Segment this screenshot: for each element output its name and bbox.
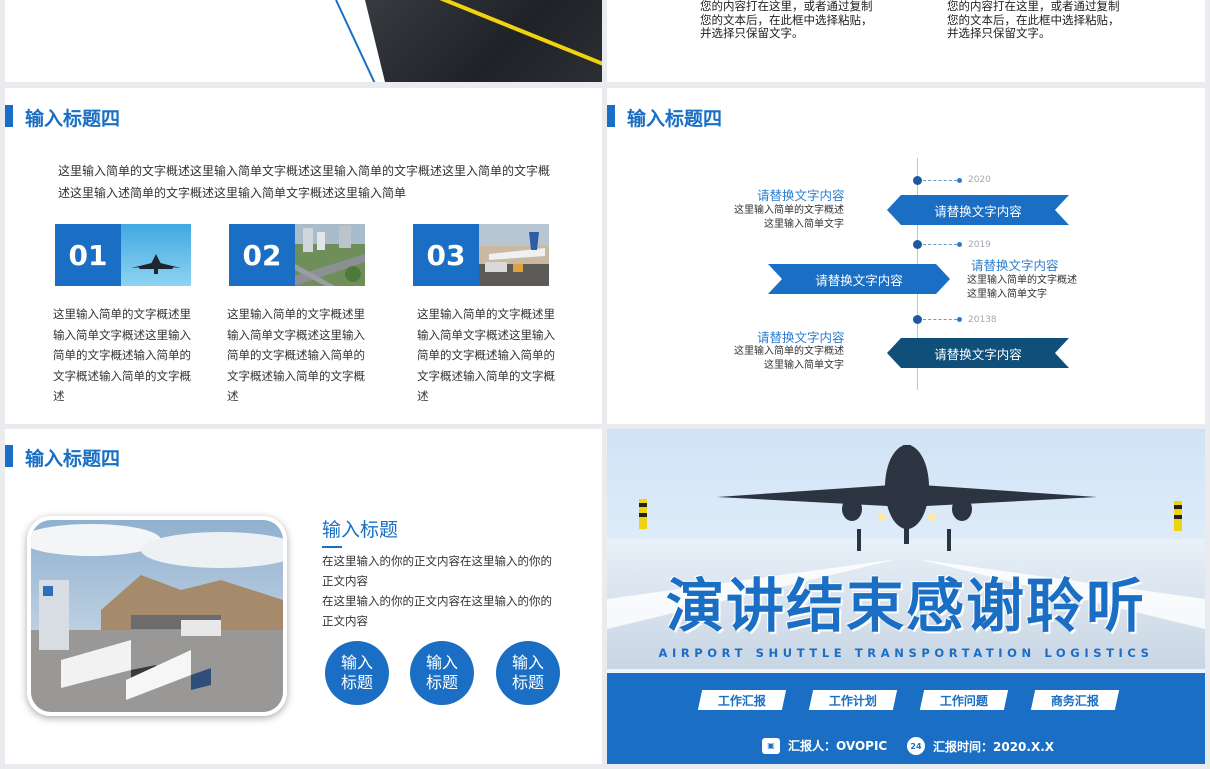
title-accent-bar — [5, 445, 13, 467]
tag-label: 工作问题 — [939, 693, 988, 708]
card-02: 02 — [229, 224, 365, 286]
slide-top-left — [5, 0, 602, 82]
airport-apron-image — [479, 224, 549, 286]
paragraph-left: 您的内容打在这里，或者通过复制 您的文本后，在此框中选择粘贴， 并选择只保留文字… — [700, 0, 873, 40]
circle-button-2[interactable]: 输入 标题 — [410, 641, 474, 705]
timeline-ribbon: 请替换文字内容 — [768, 264, 950, 294]
timeline-dash — [923, 180, 957, 181]
timeline-marker — [957, 242, 962, 247]
timeline-subtext: 这里输入简单的文字概述 这里输入简单文字 — [967, 275, 1077, 300]
paragraph-right: 您的内容打在这里，或者通过复制 您的文本后，在此框中选择粘贴， 并选择只保留文字… — [947, 0, 1120, 40]
slide-timeline: 输入标题四 2020 请替换文字内容 这里输入简单的文字概述 这里输入简单文字 … — [607, 88, 1205, 424]
card-number: 02 — [229, 224, 295, 286]
timeline-subtext: 这里输入简单的文字概述 这里输入简单文字 — [734, 346, 844, 371]
clock-24-icon: 24 — [907, 737, 925, 755]
reporter-info: ▣ 汇报人：OVOPIC — [762, 737, 887, 754]
timeline-year: 20138 — [968, 315, 997, 325]
circle-button-3[interactable]: 输入 标题 — [496, 641, 560, 705]
closing-subtitle-en: AIRPORT SHUTTLE TRANSPORTATION LOGISTICS — [658, 646, 1154, 660]
city-highway-image — [295, 224, 365, 286]
circle-button-1[interactable]: 输入 标题 — [325, 641, 389, 705]
airplane-sky-image — [121, 224, 191, 286]
tag-work-report[interactable]: 工作汇报 — [697, 690, 787, 710]
content-subtitle: 输入标题 — [322, 519, 399, 541]
card-desc-01: 这里输入简单的文字概述里输入简单文字概述这里输入简单的文字概述输入简单的文字概述… — [53, 307, 191, 403]
timeline-dash — [923, 244, 957, 245]
card-number: 01 — [55, 224, 121, 286]
slide-title: 输入标题四 — [627, 108, 723, 130]
slide-cards: 输入标题四 这里输入简单的文字概述这里输入简单文字概述这里输入简单的文字概述这里… — [5, 88, 602, 424]
card-number: 03 — [413, 224, 479, 286]
timeline-heading: 请替换文字内容 — [971, 258, 1059, 273]
ribbon-label: 请替换文字内容 — [934, 203, 1022, 219]
tag-work-plan[interactable]: 工作计划 — [808, 690, 898, 710]
timeline-ribbon: 请替换文字内容 — [887, 338, 1069, 368]
timeline-year: 2020 — [968, 175, 991, 185]
slide-title: 输入标题四 — [25, 448, 121, 470]
ribbon-label: 请替换文字内容 — [815, 272, 903, 288]
timeline-subtext: 这里输入简单的文字概述 这里输入简单文字 — [734, 205, 844, 230]
report-time-label: 汇报时间：2020.X.X — [933, 739, 1055, 754]
content-body: 在这里输入的你的正文内容在这里输入的你的正文内容 在这里输入的你的正文内容在这里… — [322, 554, 552, 628]
subtitle-underline — [322, 546, 342, 548]
timeline-dot — [913, 240, 922, 249]
card-03: 03 — [413, 224, 549, 286]
timeline-dash — [923, 319, 957, 320]
ribbon-label: 请替换文字内容 — [934, 346, 1022, 362]
slide-top-right: 您的内容打在这里，或者通过复制 您的文本后，在此框中选择粘贴， 并选择只保留文字… — [607, 0, 1205, 82]
tag-business-report[interactable]: 商务汇报 — [1030, 690, 1120, 710]
timeline-dot — [913, 315, 922, 324]
closing-title: 演讲结束感谢聆听 — [665, 572, 1146, 640]
tag-label: 商务汇报 — [1050, 693, 1099, 708]
card-01: 01 — [55, 224, 191, 286]
timeline-dot — [913, 176, 922, 185]
box-icon: ▣ — [762, 737, 780, 754]
timeline-ribbon: 请替换文字内容 — [887, 195, 1069, 225]
truck-depot-photo — [27, 516, 287, 716]
timeline-year: 2019 — [968, 240, 991, 250]
timeline-marker — [957, 317, 962, 322]
timeline-heading: 请替换文字内容 — [757, 188, 845, 203]
timeline-marker — [957, 178, 962, 183]
tag-work-issues[interactable]: 工作问题 — [919, 690, 1009, 710]
report-time-info: 24 汇报时间：2020.X.X — [907, 737, 1054, 755]
title-accent-bar — [5, 105, 13, 127]
slide-ending: 演讲结束感谢聆听 AIRPORT SHUTTLE TRANSPORTATION … — [607, 429, 1205, 764]
intro-text: 这里输入简单的文字概述这里输入简单文字概述这里输入简单的文字概述这里入简单的文字… — [58, 164, 551, 200]
airplane-illustration — [639, 445, 1182, 551]
timeline-heading: 请替换文字内容 — [757, 330, 845, 345]
slide-photo: 输入标题四 输入标题 在这里输入的你的正文内容在这里输入的你的正文内容 在这里输… — [5, 429, 602, 764]
card-desc-02: 这里输入简单的文字概述里输入简单文字概述这里输入简单的文字概述输入简单的文字概述… — [227, 307, 365, 403]
slide-title: 输入标题四 — [25, 108, 121, 130]
title-accent-bar — [607, 105, 615, 127]
tag-label: 工作汇报 — [717, 693, 766, 708]
footer-band: 工作汇报 工作计划 工作问题 商务汇报 ▣ 汇报人：OVOPIC 24 汇报时间… — [607, 673, 1205, 764]
reporter-label: 汇报人：OVOPIC — [788, 739, 888, 753]
tag-label: 工作计划 — [828, 693, 877, 708]
card-desc-03: 这里输入简单的文字概述里输入简单文字概述这里输入简单的文字概述输入简单的文字概述… — [417, 307, 555, 403]
